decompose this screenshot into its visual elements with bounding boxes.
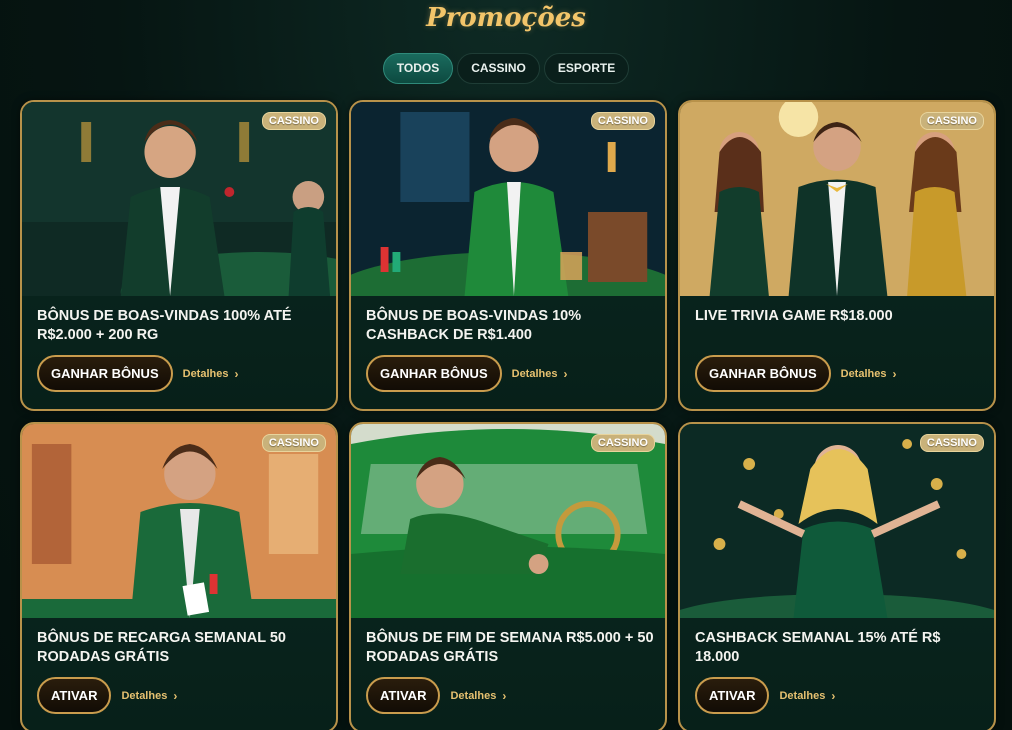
tab-todos[interactable]: TODOS (382, 53, 454, 84)
category-badge: CASSINO (919, 112, 984, 130)
promo-title: BÔNUS DE BOAS-VINDAS 10% CASHBACK DE R$1… (366, 308, 582, 343)
promotions-grid: CASSINO BÔNUS DE BOAS-VINDAS 100% ATÉ R$… (20, 100, 996, 730)
promo-card: CASSINO BÔNUS DE BOAS-VINDAS 10% CASHBAC… (349, 100, 667, 411)
promo-title: BÔNUS DE RECARGA SEMANAL 50 RODADAS GRÁT… (37, 630, 286, 665)
details-label: Detalhes (840, 367, 887, 380)
promo-image: CASSINO (22, 102, 336, 296)
promo-title: BÔNUS DE BOAS-VINDAS 100% ATÉ R$2.000 + … (37, 308, 292, 343)
tab-esporte[interactable]: ESPORTE (543, 53, 630, 84)
chevron-right-icon: › (831, 688, 836, 703)
chevron-right-icon: › (502, 688, 507, 703)
details-link[interactable]: Detalhes › (121, 689, 177, 703)
promo-image: CASSINO (680, 424, 994, 618)
activate-button[interactable]: ATIVAR (695, 677, 770, 714)
chevron-right-icon: › (173, 688, 178, 703)
category-badge: CASSINO (919, 434, 984, 452)
details-link[interactable]: Detalhes › (841, 367, 897, 381)
details-label: Detalhes (450, 689, 497, 702)
promo-image: CASSINO (22, 424, 336, 618)
promo-image: CASSINO (351, 102, 665, 296)
details-link[interactable]: Detalhes › (450, 689, 506, 703)
details-label: Detalhes (779, 689, 826, 702)
claim-bonus-button[interactable]: GANHAR BÔNUS (366, 355, 502, 392)
promo-title: BÔNUS DE FIM DE SEMANA R$5.000 + 50 RODA… (366, 630, 654, 665)
category-badge: CASSINO (261, 112, 326, 130)
chevron-right-icon: › (892, 366, 897, 381)
promo-card: CASSINO BÔNUS DE BOAS-VINDAS 100% ATÉ R$… (20, 100, 338, 411)
category-badge: CASSINO (590, 112, 655, 130)
activate-button[interactable]: ATIVAR (366, 677, 441, 714)
page-title: Promoções (426, 3, 586, 33)
activate-button[interactable]: ATIVAR (37, 677, 112, 714)
promo-card: CASSINO BÔNUS DE FIM DE SEMANA R$5.000 +… (349, 422, 667, 730)
details-label: Detalhes (121, 689, 168, 702)
details-label: Detalhes (511, 367, 558, 380)
details-link[interactable]: Detalhes › (512, 367, 568, 381)
promo-card: CASSINO LIVE TRIVIA GAME R$18.000 GANHAR… (678, 100, 996, 411)
details-label: Detalhes (182, 367, 229, 380)
promo-image: CASSINO (351, 424, 665, 618)
chevron-right-icon: › (563, 366, 568, 381)
details-link[interactable]: Detalhes › (779, 689, 835, 703)
promo-title: LIVE TRIVIA GAME R$18.000 (695, 308, 893, 324)
promo-card: CASSINO CASHBACK SEMANAL 15% ATÉ R$ 18.0… (678, 422, 996, 730)
promo-card: CASSINO BÔNUS DE RECARGA SEMANAL 50 RODA… (20, 422, 338, 730)
claim-bonus-button[interactable]: GANHAR BÔNUS (37, 355, 173, 392)
category-badge: CASSINO (261, 434, 326, 452)
category-badge: CASSINO (590, 434, 655, 452)
details-link[interactable]: Detalhes › (183, 367, 239, 381)
chevron-right-icon: › (234, 366, 239, 381)
category-tabs: TODOS CASSINO ESPORTE (0, 53, 1012, 84)
promo-title: CASHBACK SEMANAL 15% ATÉ R$ 18.000 (695, 630, 941, 665)
promo-image: CASSINO (680, 102, 994, 296)
claim-bonus-button[interactable]: GANHAR BÔNUS (695, 355, 831, 392)
tab-cassino[interactable]: CASSINO (457, 53, 540, 84)
